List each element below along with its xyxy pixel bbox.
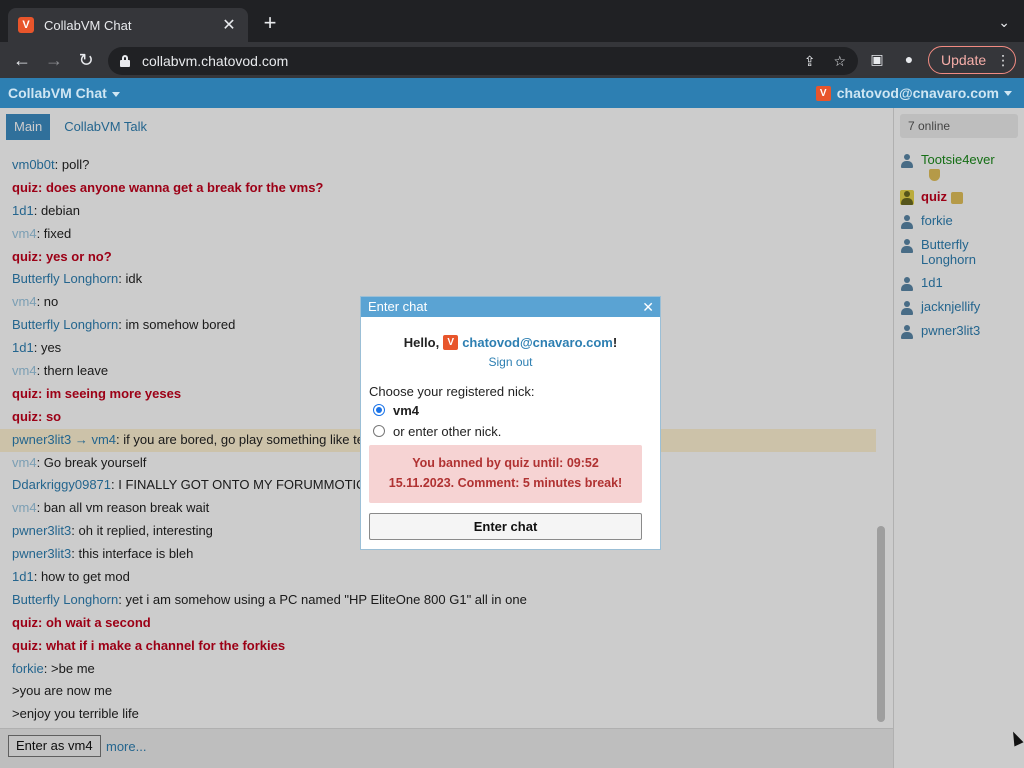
ban-line-2: 15.11.2023. Comment: 5 minutes break! (388, 476, 623, 490)
radio-button[interactable] (373, 425, 385, 437)
choose-nick-label: Choose your registered nick: (369, 384, 535, 399)
dialog-title: Enter chat (368, 299, 428, 314)
reload-icon[interactable]: ↻ (74, 48, 98, 72)
radio-button-checked[interactable] (373, 404, 385, 416)
side-panel-icon[interactable]: ▣ (868, 51, 886, 68)
browser-toolbar: ← → ↻ collabvm.chatovod.com ⇪ ☆ ▣ ● Upda… (0, 42, 1024, 78)
account-link[interactable]: chatovod@cnavaro.com (462, 335, 613, 350)
user-menu[interactable]: V chatovod@cnavaro.com (815, 85, 1012, 101)
update-label: Update (941, 52, 987, 68)
caret-down-icon (111, 91, 120, 97)
greeting-text: Hello, (403, 335, 440, 350)
chatovod-logo-icon: V (815, 85, 831, 101)
url-text[interactable]: collabvm.chatovod.com (142, 53, 786, 69)
tab-search-chevron-icon[interactable]: ⌄ (998, 14, 1010, 31)
back-arrow-icon[interactable]: ← (10, 48, 34, 72)
kebab-menu-icon[interactable]: ⋮ (996, 52, 1010, 69)
enter-chat-dialog: Enter chat ✕ Hello, V chatovod@cnavaro.c… (360, 296, 661, 550)
profile-icon[interactable]: ● (900, 51, 918, 67)
lock-icon[interactable] (120, 55, 130, 67)
nick-option-vm4[interactable]: vm4 (361, 400, 660, 420)
browser-tab-bar: V CollabVM Chat ✕ + ⌄ (0, 0, 1024, 42)
close-icon[interactable]: ✕ (642, 297, 654, 317)
user-account: chatovod@cnavaro.com (836, 85, 999, 101)
radio-label: vm4 (393, 402, 420, 418)
address-bar[interactable]: collabvm.chatovod.com ⇪ ☆ (108, 47, 858, 75)
forward-arrow-icon[interactable]: → (42, 48, 66, 72)
new-tab-icon[interactable]: + (258, 12, 282, 34)
ban-line-1: You banned by quiz until: 09:52 (412, 456, 599, 470)
radio-label: or enter other nick. (393, 423, 502, 439)
app-title: CollabVM Chat (8, 85, 107, 101)
share-icon[interactable]: ⇪ (804, 53, 816, 70)
caret-down-icon (1004, 90, 1012, 96)
nick-option-other[interactable]: or enter other nick. (361, 421, 660, 441)
greeting: Hello, V chatovod@cnavaro.com! (403, 335, 618, 350)
ban-notice: You banned by quiz until: 09:52 15.11.20… (369, 445, 642, 503)
chatovod-logo-icon: V (443, 335, 459, 350)
app-header: CollabVM Chat V chatovod@cnavaro.com (0, 78, 1024, 108)
bookmark-star-icon[interactable]: ☆ (833, 53, 846, 70)
dialog-header: Enter chat ✕ (361, 297, 660, 317)
update-button[interactable]: Update ⋮ (928, 46, 1016, 74)
sign-out-link[interactable]: Sign out (361, 355, 660, 369)
browser-tab[interactable]: V CollabVM Chat ✕ (8, 8, 248, 42)
app-title-menu[interactable]: CollabVM Chat (8, 85, 120, 101)
close-tab-icon[interactable]: ✕ (220, 15, 238, 35)
favicon-icon: V (18, 17, 34, 33)
enter-chat-button[interactable]: Enter chat (369, 513, 642, 540)
tab-title: CollabVM Chat (44, 17, 132, 33)
